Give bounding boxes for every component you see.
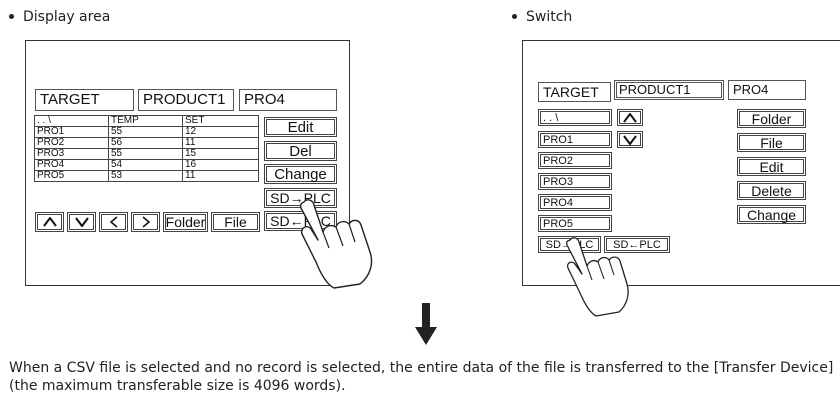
table-cell: PRO1 xyxy=(34,126,109,138)
product-field[interactable]: PRODUCT1 xyxy=(614,80,724,100)
scroll-up-button[interactable] xyxy=(35,212,64,232)
table-cell: 16 xyxy=(182,159,259,171)
pro-field[interactable]: PRO4 xyxy=(239,89,337,111)
table-cell: 12 xyxy=(182,126,259,138)
table-row[interactable]: PRO2 56 11 xyxy=(34,137,259,149)
table-cell: 56 xyxy=(108,137,183,149)
caption: When a CSV file is selected and no recor… xyxy=(9,360,834,394)
switch-heading: Switch xyxy=(512,9,572,25)
file-button[interactable]: File xyxy=(211,212,260,232)
table-row[interactable]: PRO4 54 16 xyxy=(34,159,259,171)
delete-button[interactable]: Delete xyxy=(737,181,806,200)
change-button[interactable]: Change xyxy=(264,164,337,184)
pro-field[interactable]: PRO4 xyxy=(728,80,806,100)
chevron-down-icon xyxy=(74,217,89,227)
pointing-hand-icon xyxy=(299,199,373,289)
scroll-down-button[interactable] xyxy=(67,212,96,232)
table-header: TEMP xyxy=(108,115,183,127)
edit-button[interactable]: Edit xyxy=(264,117,337,137)
target-field[interactable]: TARGET xyxy=(35,89,134,111)
table-header-row: . . \ TEMP SET xyxy=(34,115,259,127)
table-cell: 55 xyxy=(108,126,183,138)
arrow-down-icon xyxy=(415,303,437,345)
table-row[interactable]: PRO5 53 11 xyxy=(34,170,259,182)
chevron-right-icon xyxy=(142,216,150,228)
list-item-pro4[interactable]: PRO4 xyxy=(538,194,612,211)
display-area-heading: Display area xyxy=(9,9,110,25)
change-button[interactable]: Change xyxy=(737,205,806,224)
table-cell: PRO5 xyxy=(34,170,109,182)
file-table[interactable]: . . \ TEMP SET PRO1 55 12 PRO2 56 11 PRO… xyxy=(34,115,259,182)
folder-button[interactable]: Folder xyxy=(737,109,806,128)
delete-button[interactable]: Del xyxy=(264,141,337,161)
table-row[interactable]: PRO3 55 15 xyxy=(34,148,259,160)
chevron-up-icon xyxy=(623,112,637,123)
table-cell: 55 xyxy=(108,148,183,160)
table-cell: 53 xyxy=(108,170,183,182)
table-header: SET xyxy=(182,115,259,127)
list-item-pro5[interactable]: PRO5 xyxy=(538,215,612,232)
bullet-icon xyxy=(9,13,14,19)
table-cell: 11 xyxy=(182,170,259,182)
list-item-pro2[interactable]: PRO2 xyxy=(538,152,612,169)
scroll-up-button[interactable] xyxy=(617,109,643,126)
chevron-up-icon xyxy=(42,217,57,227)
list-item-pro3[interactable]: PRO3 xyxy=(538,173,612,190)
product-field[interactable]: PRODUCT1 xyxy=(138,89,234,111)
table-cell: PRO2 xyxy=(34,137,109,149)
target-field[interactable]: TARGET xyxy=(538,82,611,102)
scroll-left-button[interactable] xyxy=(99,212,128,232)
table-row[interactable]: PRO1 55 12 xyxy=(34,126,259,138)
table-cell: 11 xyxy=(182,137,259,149)
edit-button[interactable]: Edit xyxy=(737,157,806,176)
table-cell: 15 xyxy=(182,148,259,160)
chevron-left-icon xyxy=(109,216,117,228)
scroll-right-button[interactable] xyxy=(131,212,160,232)
folder-button[interactable]: Folder xyxy=(163,212,208,232)
chevron-down-icon xyxy=(623,134,637,145)
parent-folder-item[interactable]: . . \ xyxy=(538,109,612,126)
table-cell: PRO4 xyxy=(34,159,109,171)
scroll-down-button[interactable] xyxy=(617,131,643,148)
list-item-pro1[interactable]: PRO1 xyxy=(538,131,612,148)
pointing-hand-icon xyxy=(565,237,629,317)
table-header: . . \ xyxy=(34,115,109,127)
table-cell: 54 xyxy=(108,159,183,171)
file-button[interactable]: File xyxy=(737,133,806,152)
table-cell: PRO3 xyxy=(34,148,109,160)
bullet-icon xyxy=(512,13,517,19)
